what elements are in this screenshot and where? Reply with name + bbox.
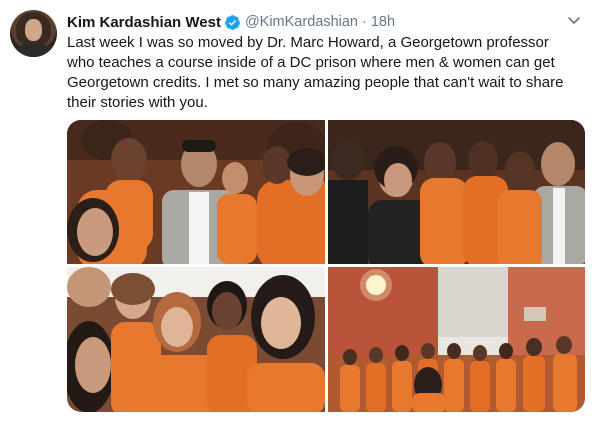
tweet-photo-1[interactable] — [67, 120, 325, 264]
author-handle[interactable]: @KimKardashian — [245, 14, 358, 30]
chevron-down-icon[interactable] — [566, 12, 582, 28]
header-separator: · — [362, 14, 367, 30]
avatar-shoulders — [14, 43, 54, 57]
media-grid — [67, 120, 585, 412]
tweet-text-line: Georgetown credits. I met so many amazin… — [67, 74, 564, 91]
tweet-photo-3[interactable] — [67, 267, 325, 412]
tweet-photo-2[interactable] — [328, 120, 585, 264]
tweet-text-line: who teaches a course inside of a DC pris… — [67, 54, 555, 71]
author-name[interactable]: Kim Kardashian West — [67, 14, 221, 31]
tweet-card[interactable]: Kim Kardashian West @KimKardashian · 18h… — [0, 0, 596, 427]
tweet-text-line: their stories with you. — [67, 94, 208, 111]
avatar-face — [25, 19, 42, 41]
tweet-text-line: Last week I was so moved by Dr. Marc How… — [67, 34, 549, 51]
tweet-timestamp[interactable]: 18h — [371, 14, 395, 30]
verified-badge-icon — [224, 14, 240, 30]
tweet-header: Kim Kardashian West @KimKardashian · 18h — [67, 11, 395, 33]
tweet-text: Last week I was so moved by Dr. Marc How… — [67, 33, 587, 113]
author-avatar[interactable] — [10, 10, 57, 57]
tweet-photo-4[interactable] — [328, 267, 585, 412]
